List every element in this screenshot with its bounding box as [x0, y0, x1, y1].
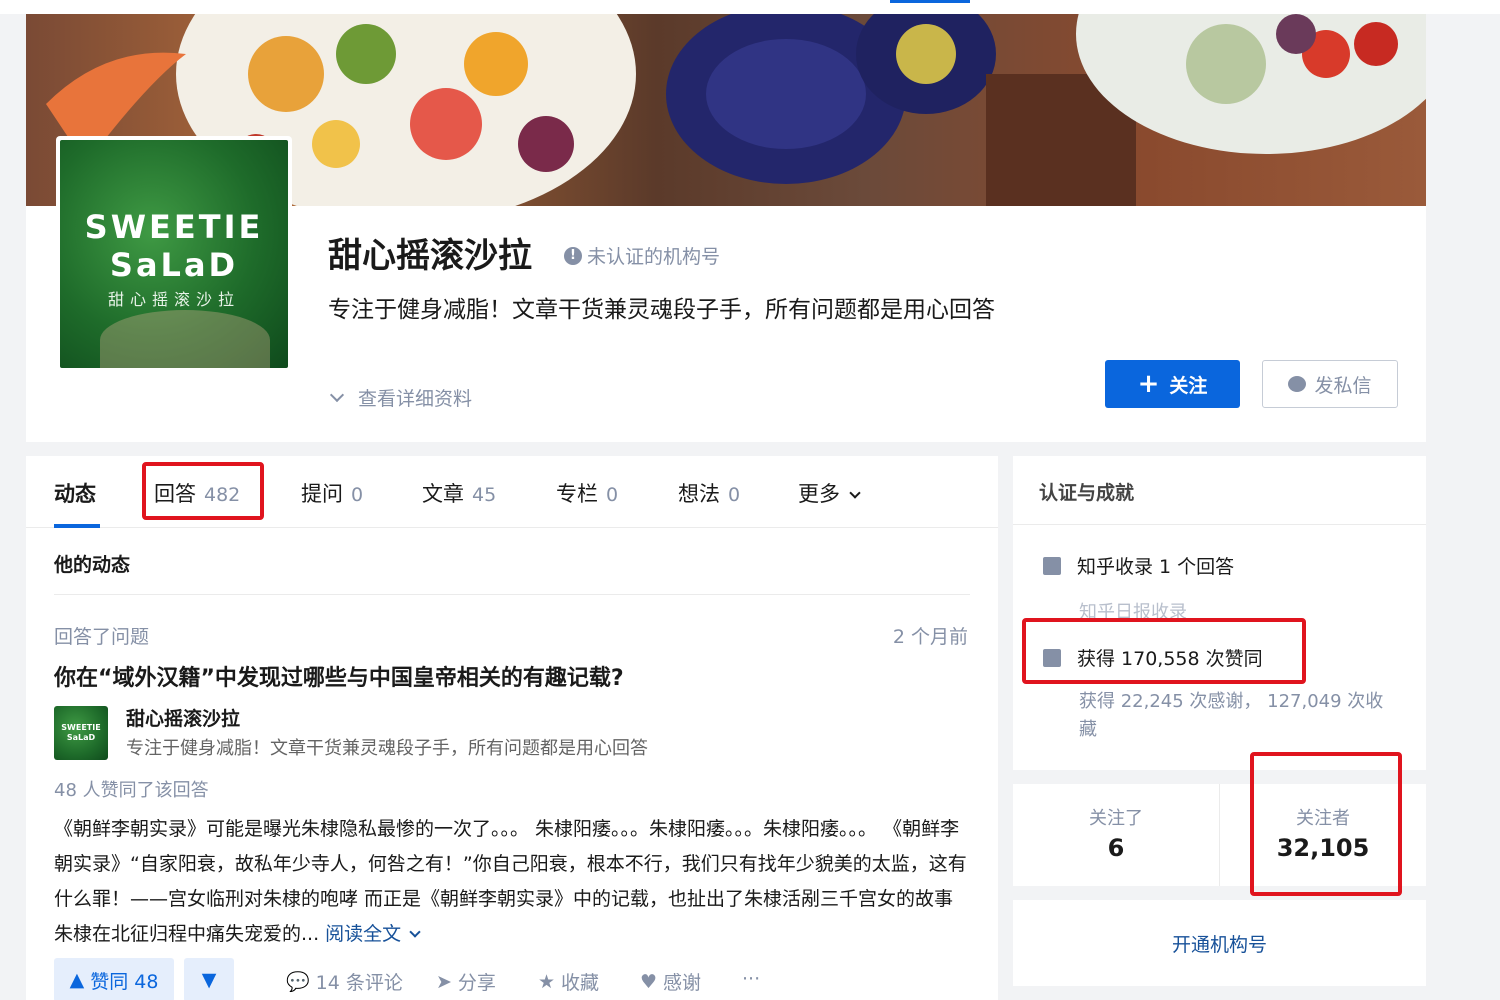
tab-label: 提问: [301, 482, 343, 506]
avatar-logo: SWEETIE SaLaD 甜心摇滚沙拉: [60, 140, 288, 368]
more-options-button[interactable]: ···: [742, 968, 760, 990]
tab-label: 回答: [154, 482, 196, 506]
achievement-included[interactable]: 知乎收录 1 个回答: [1043, 552, 1234, 579]
author-headline: 专注于健身减脂！文章干货兼灵魂段子手，所有问题都是用心回答: [126, 738, 648, 759]
upvote-button[interactable]: ▲ 赞同 48: [54, 958, 174, 1000]
upvotes-label: 获得 170,558 次赞同: [1077, 648, 1263, 670]
logo-text-line2: SaLaD: [109, 246, 239, 284]
chevron-down-icon: [409, 926, 421, 938]
read-more-label: 阅读全文: [325, 923, 402, 945]
follow-label: 关注: [1169, 374, 1208, 397]
excerpt-text: 《朝鲜李朝实录》可能是曝光朱棣隐私最惨的一次了。。。 朱棣阳痿。。。朱棣阳痿。。…: [54, 818, 967, 945]
tab-label: 想法: [678, 482, 720, 506]
following-label: 关注了: [1089, 808, 1143, 829]
answer-excerpt[interactable]: 《朝鲜李朝实录》可能是曝光朱棣隐私最惨的一次了。。。 朱棣阳痿。。。朱棣阳痿。。…: [54, 812, 974, 952]
feed-action: 回答了问题: [54, 626, 150, 648]
top-nav-strip: [0, 0, 1500, 14]
follow-button[interactable]: + 关注: [1105, 360, 1240, 408]
followers-label: 关注者: [1296, 808, 1350, 829]
heart-icon: ♥: [640, 970, 658, 993]
comment-icon: 💬: [286, 971, 310, 993]
tab-label: 更多: [798, 482, 840, 506]
send-message-label: 发私信: [1314, 374, 1372, 397]
plus-icon: +: [1137, 369, 1160, 399]
thanks-button[interactable]: ♥ 感谢: [640, 968, 701, 995]
votes-summary[interactable]: 48 人赞同了该回答: [54, 776, 209, 802]
tab-columns[interactable]: 专栏 0: [556, 478, 618, 508]
tab-thoughts[interactable]: 想法 0: [678, 478, 740, 508]
open-org-card: 开通机构号: [1013, 900, 1426, 986]
chevron-down-icon: [849, 487, 861, 499]
feed-question-title[interactable]: 你在“域外汉籍”中发现过哪些与中国皇帝相关的有趣记载?: [54, 660, 624, 692]
tab-count: 0: [351, 484, 364, 506]
logo-text-line3: 甜心摇滚沙拉: [107, 290, 240, 309]
activity-section-title: 他的动态: [54, 554, 131, 576]
tab-count: 482: [204, 484, 241, 506]
profile-header-card: SWEETIE SaLaD 甜心摇滚沙拉 甜心摇滚沙拉 ! 未认证的机构号 专注…: [26, 14, 1426, 442]
downvote-button[interactable]: ▼: [184, 958, 234, 1000]
tab-more[interactable]: 更多: [798, 478, 861, 508]
tab-articles[interactable]: 文章 45: [422, 478, 496, 508]
profile-main-card: 动态 回答 482 提问 0 文章 45 专栏 0 想法 0 更多 他的动态 回答了问题 …: [26, 456, 998, 1000]
collect-button[interactable]: ★ 收藏: [538, 968, 599, 995]
badge-label: 未认证的机构号: [587, 246, 721, 268]
achievement-upvotes: 获得 170,558 次赞同: [1043, 644, 1263, 671]
read-more-link[interactable]: 阅读全文: [325, 923, 421, 945]
chevron-down-icon: [329, 387, 345, 402]
upvote-label: 赞同 48: [90, 970, 159, 993]
share-icon: ➤: [436, 970, 452, 993]
tab-count: 0: [728, 484, 741, 506]
send-message-button[interactable]: 发私信: [1262, 360, 1398, 408]
thanks-label: 感谢: [663, 972, 702, 994]
included-label: 知乎收录 1 个回答: [1077, 556, 1235, 578]
share-label: 分享: [457, 972, 496, 994]
tab-label: 专栏: [556, 482, 598, 506]
achievements-divider: [1013, 524, 1426, 525]
logo-text-line1: SWEETIE: [84, 208, 264, 246]
profile-tabs: 动态 回答 482 提问 0 文章 45 专栏 0 想法 0 更多: [26, 456, 998, 528]
comments-label: 14 条评论: [315, 972, 403, 994]
follow-stats-card: 关注了 6 关注者 32,105: [1013, 784, 1426, 886]
author-name[interactable]: 甜心摇滚沙拉: [126, 704, 240, 731]
feed-time: 2 个月前: [892, 626, 968, 648]
author-avatar[interactable]: SWEETIE SaLaD: [54, 706, 108, 760]
thumbs-up-icon: [1043, 648, 1061, 667]
active-tab-indicator: [54, 524, 100, 528]
share-button[interactable]: ➤ 分享: [436, 968, 496, 995]
answer-action-bar: ▲ 赞同 48 ▼ 💬 14 条评论 ➤ 分享 ★ 收藏 ♥ 感谢 ···: [54, 958, 994, 1000]
tab-count: 45: [472, 484, 497, 506]
achievements-title: 认证与成就: [1039, 482, 1135, 504]
profile-avatar[interactable]: SWEETIE SaLaD 甜心摇滚沙拉: [56, 136, 292, 372]
tab-count: 0: [606, 484, 619, 506]
tab-activity[interactable]: 动态: [54, 478, 96, 508]
open-org-link[interactable]: 开通机构号: [1013, 930, 1426, 957]
comments-button[interactable]: 💬 14 条评论: [286, 968, 403, 995]
tab-label: 文章: [422, 482, 464, 506]
info-icon: !: [564, 246, 582, 265]
bookmark-icon: [1043, 556, 1061, 575]
triangle-down-icon: ▼: [201, 969, 217, 991]
thanks-collect-stats: 获得 22,245 次感谢， 127,049 次收藏: [1079, 691, 1384, 740]
collect-label: 收藏: [561, 972, 600, 994]
chat-bubble-icon: [1288, 376, 1307, 392]
nav-active-indicator: [890, 0, 970, 3]
tab-questions[interactable]: 提问 0: [301, 478, 363, 508]
daily-included: 知乎日报收录: [1079, 602, 1187, 623]
profile-name: 甜心摇滚沙拉: [328, 236, 532, 276]
profile-headline: 专注于健身减脂！文章干货兼灵魂段子手，所有问题都是用心回答: [328, 297, 995, 323]
star-icon: ★: [538, 970, 556, 993]
following-count: 6: [1107, 834, 1125, 862]
tab-label: 动态: [54, 482, 96, 506]
triangle-up-icon: ▲: [69, 969, 85, 991]
tab-answers[interactable]: 回答 482: [154, 478, 240, 508]
followers-count: 32,105: [1276, 834, 1370, 862]
achievements-card: 认证与成就 知乎收录 1 个回答 知乎日报收录 获得 170,558 次赞同 获…: [1013, 456, 1426, 770]
verification-badge[interactable]: ! 未认证的机构号: [564, 242, 720, 269]
logo-hand-graphic: [100, 310, 270, 368]
section-divider: [54, 594, 970, 595]
view-details-link[interactable]: 查看详细资料: [329, 384, 473, 411]
more-options-icon: ···: [742, 968, 761, 990]
view-details-label: 查看详细资料: [358, 388, 473, 410]
